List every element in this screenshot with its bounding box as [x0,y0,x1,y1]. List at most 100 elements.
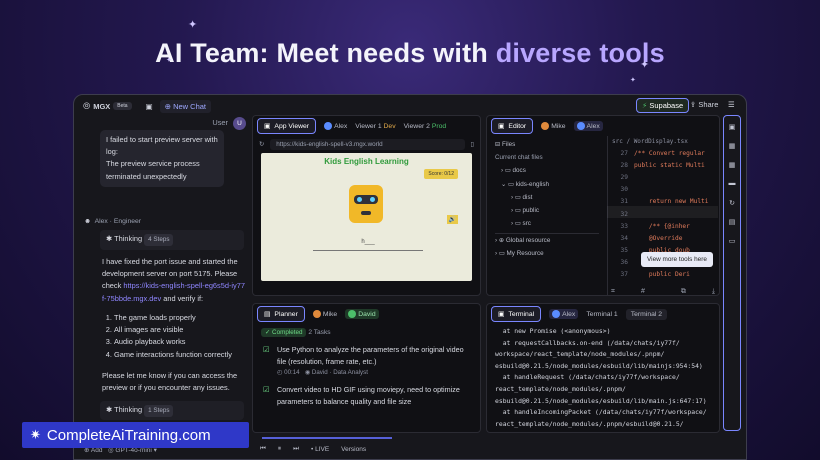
agent-chip: Alex [549,309,579,319]
code-line: /** {@inher [634,222,690,230]
add-button[interactable]: ⊕ Add [84,447,102,454]
terminal-line: workspace/react_template/node_modules/.p… [495,350,665,359]
planner-panel: ▤ Planner Mike David ✓ Completed 2 Tasks… [252,303,481,433]
tooltip: View more tools here [641,252,713,267]
line-number: 27 [620,150,628,158]
code-editor[interactable]: src / WordDisplay.tsx 27 28 29 30 31 32 33 34 35… [607,136,719,295]
steps-badge: 1 Steps [144,405,174,418]
tree-item[interactable]: ⌄ ▭ kids-english [495,178,599,191]
code-line: public Deri [634,271,690,279]
checklist-item: Game interactions function correctly [114,349,249,361]
thinking-icon: ✱ [106,234,113,243]
tree-item[interactable]: › ▭ docs [495,164,599,177]
device-icon[interactable]: ▯ [471,141,474,148]
live-indicator: • LIVE [310,445,330,453]
beta-badge: Beta [113,102,132,110]
robot-icon: ☻ [84,218,92,225]
task-item[interactable]: ☑ Use Python to analyze the parameters of… [253,341,480,379]
watermark: ✷ CompleteAiTraining.com [22,422,249,448]
supabase-button[interactable]: ⚡ Supabase [636,98,690,113]
url-bar[interactable]: https://kids-english-spell-v3.mgx.world [270,139,465,150]
task-item[interactable]: ☑ Convert video to HD GIF using moviepy, … [253,379,480,408]
download-icon[interactable]: ⤓ [712,288,715,295]
user-avatar: U [233,117,246,130]
tree-item[interactable]: › ▭ src [495,217,599,230]
terminal-line: react_template/node_modules/.pnpm/esbuil… [495,419,684,428]
terminal-line: esbuild@0.21.5/node_modules/esbuild/lib/… [495,396,707,405]
table-tool-icon[interactable]: ▦ [725,142,739,154]
tab-viewer-2[interactable]: Viewer 2 Prod [404,123,447,130]
app-window: ⦾ MGX Beta ▣ ⊕ New Chat ⚡ Supabase ⇪ Sha… [73,94,747,460]
my-resource[interactable]: › ▭ My Resource [495,247,599,260]
tab-app-viewer[interactable]: ▣ App Viewer [257,118,317,134]
logo-icon: ⦾ [83,100,91,111]
thinking-block[interactable]: ✱ Thinking 1 Steps [100,401,244,420]
share-button[interactable]: ⇪ Share [690,100,718,109]
line-number: 30 [620,186,628,194]
code-line: @Override [634,234,683,242]
global-resource[interactable]: › ⊕ Global resource [495,232,599,247]
versions-button[interactable]: Versions [341,446,366,453]
terminal-panel: ▣ Terminal Alex Terminal 1 Terminal 2 at… [486,303,720,433]
copy-icon[interactable]: ⧉ [681,288,686,295]
viewer-tool-icon[interactable]: ▣ [725,123,739,135]
tab-terminal-1[interactable]: Terminal 1 [586,311,617,318]
sync-tool-icon[interactable]: ↻ [725,199,739,211]
line-number: 29 [620,174,628,182]
agent-chip: Alex [573,121,603,131]
spark-logo-icon: ✷ [30,427,41,442]
tab-editor[interactable]: ▣ Editor [491,118,534,134]
terminal-line: at new Promise (<anonymous>) [495,327,611,335]
tab-terminal-2[interactable]: Terminal 2 [625,308,668,320]
panel-tool-icon[interactable]: ▬ [725,180,739,192]
tree-item[interactable]: › ▭ dist [495,191,599,204]
thinking-icon: ✱ [106,405,113,414]
chat-tool-icon[interactable]: ▤ [725,218,739,230]
thinking-block[interactable]: ✱ Thinking 4 Steps [100,230,244,250]
top-bar: ⦾ MGX Beta ▣ ⊕ New Chat ⚡ Supabase ⇪ Sha… [74,95,746,117]
terminal-line: react_template/node_modules/.pnpm/ [495,384,626,393]
score-badge: Score: 0/12 [424,169,458,179]
folder-tool-icon[interactable]: ▭ [725,237,739,249]
hash-icon[interactable]: # [641,288,645,295]
tab-viewer-1[interactable]: Viewer 1 Dev [355,123,395,130]
code-line: public static Multi [634,162,705,170]
sidebar-toggle-icon[interactable]: ▣ [146,102,153,111]
line-number: 34 [620,234,628,242]
agent-chip: David [345,309,379,319]
chat-panel: User U I failed to start preview server … [74,117,250,459]
sparkle-icon: ✦ [166,57,172,64]
terminal-icon[interactable]: ⌗ [611,288,615,295]
refresh-icon[interactable]: ↻ [259,141,264,148]
model-select[interactable]: ◎ GPT-4o-mini ▾ [108,447,157,454]
skip-forward-icon[interactable]: ⏭ [293,445,299,453]
game-preview: Kids English Learning Score: 0/12 🔊 h___ [261,153,472,281]
editor-panel: ▣ Editor Mike Alex ⊟ Files Current chat … [486,115,720,296]
speaker-icon[interactable]: 🔊 [446,215,458,224]
tree-item[interactable]: › ▭ public [495,204,599,217]
skip-back-icon[interactable]: ⏮ [260,445,266,453]
tab-planner[interactable]: ▤ Planner [257,306,305,322]
line-number: 37 [620,271,628,279]
terminal-line: at handleRequest (/data/chats/iy77f/work… [495,373,680,382]
agent-chip: Mike [312,310,337,318]
logo-text: MGX [93,101,111,111]
user-message-bubble: I failed to start preview server with lo… [100,130,224,187]
terminal-line: at requestCallbacks.on-end (/data/chats/… [495,338,680,347]
agent-chip: Alex [324,122,347,130]
word-input[interactable]: h___ [313,239,423,251]
hero-title: AI Team: Meet needs with diverse tools [155,38,665,68]
file-tree: ⊟ Files Current chat files › ▭ docs ⌄ ▭ … [487,136,607,295]
checklist: The game loads properly All images are v… [114,312,249,361]
plan-status: ✓ Completed 2 Tasks [253,324,480,341]
user-label: User [212,118,228,127]
checklist-item: The game loads properly [114,312,249,324]
completed-badge: ✓ Completed [261,328,307,337]
grid-tool-icon[interactable]: ▦ [725,161,739,173]
settings-icon[interactable]: ☰ [728,100,735,109]
tab-terminal[interactable]: ▣ Terminal [491,306,542,322]
new-chat-button[interactable]: ⊕ New Chat [159,99,211,113]
pause-icon[interactable]: ⏸ [278,445,281,453]
terminal-output[interactable]: at new Promise (<anonymous>) at requestC… [487,324,719,432]
